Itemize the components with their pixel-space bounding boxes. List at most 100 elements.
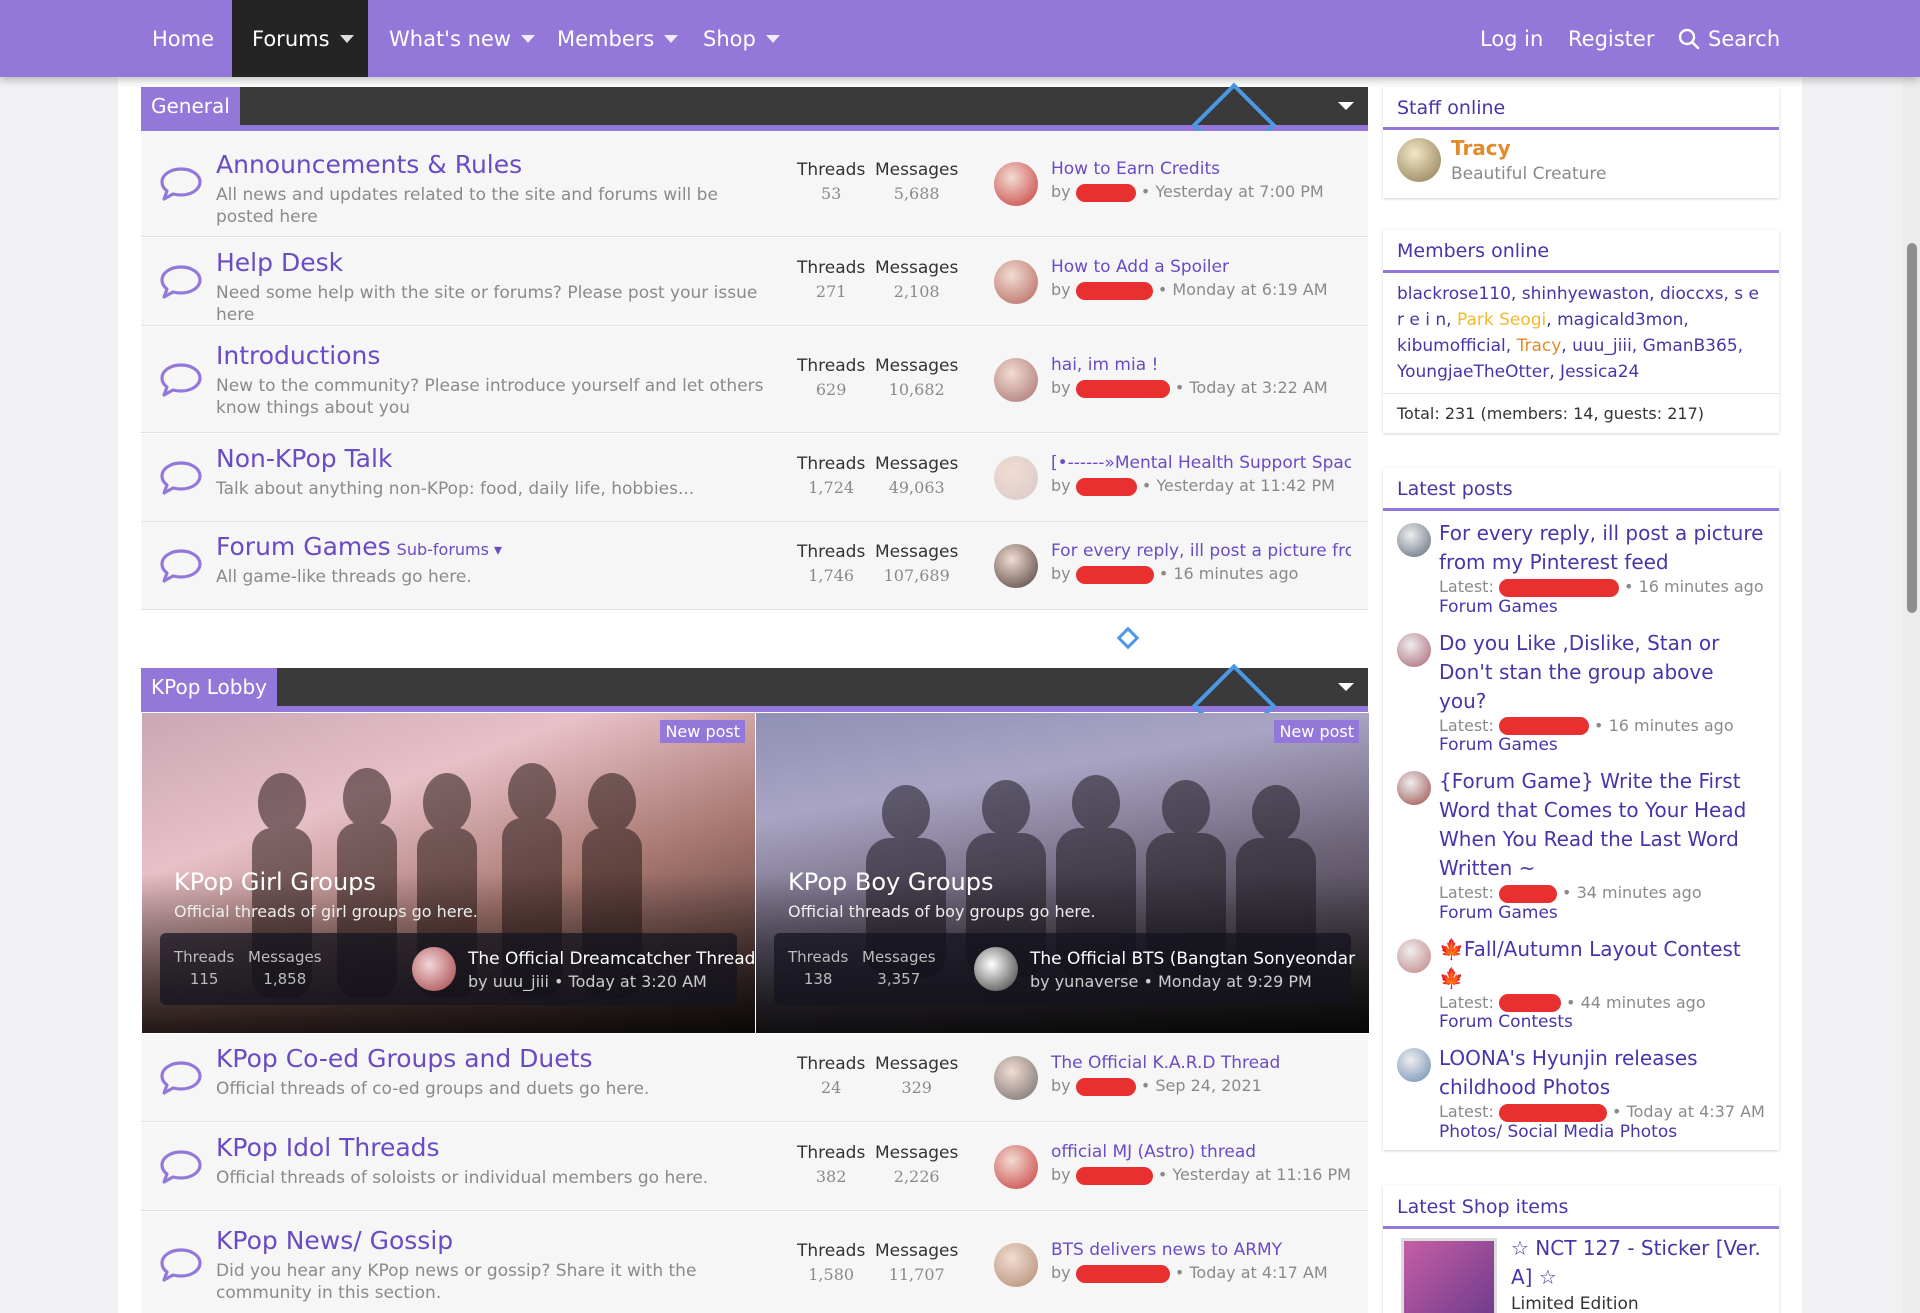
forum-bubble-icon (159, 1247, 203, 1283)
latest-post-forum[interactable]: Forum Games (1439, 597, 1765, 617)
forum-row[interactable]: KPop Idol Threads Official threads of sol… (141, 1123, 1368, 1211)
forum-row[interactable]: Help Desk Need some help with the site or… (141, 238, 1368, 326)
latest-thread-link[interactable]: The Official K.A.R.D Thread (1051, 1053, 1351, 1073)
tile-title[interactable]: KPop Boy Groups (788, 868, 993, 896)
forum-bubble-icon (159, 166, 203, 202)
forum-row[interactable]: Introductions New to the community? Pleas… (141, 327, 1368, 433)
latest-post-item[interactable]: {Forum Game} Write the First Word that C… (1397, 767, 1765, 923)
nav-shop[interactable]: Shop (683, 0, 800, 77)
scrollbar[interactable] (1902, 77, 1920, 1313)
category-header-kpop: KPop Lobby (141, 663, 1368, 749)
message-count: Messages 2,226 (875, 1143, 959, 1186)
latest-thread-link[interactable]: hai, im mia ! (1051, 355, 1351, 375)
sub-forums-dropdown[interactable]: Sub-forums ▾ (397, 540, 502, 559)
latest-post-forum[interactable]: Photos/ Social Media Photos (1439, 1122, 1765, 1142)
latest-thread-link[interactable]: For every reply, ill post a picture from… (1051, 541, 1351, 561)
latest-post-item[interactable]: Do you Like ,Dislike, Stan or Don't stan… (1397, 629, 1765, 755)
register-link[interactable]: Register (1548, 0, 1674, 77)
avatar[interactable] (1397, 771, 1431, 805)
members-online-list[interactable]: blackrose110, shinhyewaston, dioccxs, s … (1383, 273, 1779, 393)
latest-post-title[interactable]: {Forum Game} Write the First Word that C… (1439, 767, 1765, 883)
collapse-toggle-icon[interactable] (1338, 102, 1354, 110)
latest-post-meta: Latest: • 16 minutes ago (1439, 577, 1764, 597)
latest-thread-link[interactable]: [•------»Mental Health Support Space« (1051, 453, 1351, 473)
avatar[interactable] (994, 162, 1038, 206)
avatar[interactable] (974, 947, 1018, 991)
avatar[interactable] (1397, 523, 1431, 557)
latest-thread-link[interactable]: How to Add a Spoiler (1051, 257, 1351, 277)
shop-item-title[interactable]: ☆ NCT 127 - Sticker [Ver. A] ☆ (1511, 1234, 1761, 1292)
forum-row[interactable]: KPop News/ Gossip Did you hear any KPop n… (141, 1212, 1368, 1313)
staff-name[interactable]: Tracy (1451, 136, 1511, 160)
forum-row[interactable]: Announcements & Rules All news and update… (141, 131, 1368, 237)
latest-post-forum[interactable]: Forum Games (1439, 903, 1765, 923)
chevron-down-icon[interactable] (520, 34, 535, 43)
latest-thread-link[interactable]: How to Earn Credits (1051, 159, 1351, 179)
forum-title[interactable]: KPop Co-ed Groups and Duets (216, 1044, 593, 1073)
shop-item-image[interactable] (1401, 1238, 1497, 1313)
redacted-username (1075, 281, 1153, 300)
forum-description: Official threads of co-ed groups and due… (216, 1079, 650, 1099)
avatar[interactable] (1397, 938, 1431, 973)
chevron-down-icon[interactable] (765, 34, 780, 43)
thread-count: Threads 1,746 (797, 542, 866, 585)
category-title[interactable]: General (141, 87, 240, 125)
latest-thread-link[interactable]: BTS delivers news to ARMY (1051, 1240, 1351, 1260)
latest-post-forum[interactable]: Forum Contests (1439, 1012, 1765, 1032)
forum-title[interactable]: Announcements & Rules (216, 150, 522, 179)
avatar[interactable] (994, 358, 1038, 402)
latest-post-meta: by • 16 minutes ago (1051, 564, 1299, 584)
avatar[interactable] (994, 544, 1038, 588)
search-button[interactable]: Search (1658, 0, 1800, 77)
forum-row[interactable]: Forum Games Sub-forums ▾ All game-like thr… (141, 522, 1368, 610)
collapse-toggle-icon[interactable] (1338, 683, 1354, 691)
latest-thread-link[interactable]: official MJ (Astro) thread (1051, 1142, 1351, 1162)
nav-members[interactable]: Members (537, 0, 698, 77)
tile-latest-thread[interactable]: The Official BTS (Bangtan Sonyeondar (1030, 949, 1355, 969)
avatar[interactable] (412, 947, 456, 991)
latest-post-item[interactable]: LOONA's Hyunjin releases childhood Photo… (1397, 1044, 1765, 1142)
forum-title[interactable]: Non-KPop Talk (216, 444, 392, 473)
forum-title[interactable]: KPop News/ Gossip (216, 1226, 453, 1255)
search-label: Search (1708, 26, 1781, 51)
avatar[interactable] (994, 1243, 1038, 1287)
forum-bubble-icon (159, 264, 203, 300)
avatar[interactable] (1397, 632, 1431, 667)
latest-post-title[interactable]: LOONA's Hyunjin releases childhood Photo… (1439, 1044, 1765, 1102)
message-count: Messages 329 (875, 1054, 959, 1097)
nav-forums[interactable]: Forums (232, 0, 368, 77)
category-title[interactable]: KPop Lobby (141, 668, 278, 706)
forum-tile-girl-groups[interactable]: New post KPop Girl Groups Official threa… (142, 713, 755, 1033)
tile-title[interactable]: KPop Girl Groups (174, 868, 376, 896)
forum-row[interactable]: KPop Co-ed Groups and Duets Official thre… (141, 1034, 1368, 1122)
forum-bubble-icon (159, 1060, 203, 1096)
nav-home[interactable]: Home (132, 0, 234, 77)
nav-whats-new[interactable]: What's new (369, 0, 555, 77)
message-count: Messages 107,689 (875, 542, 959, 585)
chevron-down-icon[interactable] (339, 34, 354, 43)
chevron-down-icon[interactable] (664, 34, 679, 43)
scrollbar-thumb[interactable] (1907, 243, 1917, 613)
tile-latest-thread[interactable]: The Official Dreamcatcher Thread (468, 949, 755, 969)
avatar[interactable] (994, 1056, 1038, 1100)
forum-description: Talk about anything non-KPop: food, dail… (216, 479, 695, 499)
forum-title[interactable]: Introductions (216, 341, 380, 370)
thread-count: Threads 629 (797, 356, 866, 399)
forum-title[interactable]: Help Desk (216, 248, 343, 277)
forum-tile-boy-groups[interactable]: New post KPop Boy Groups Official thread… (756, 713, 1369, 1033)
latest-post-item[interactable]: For every reply, ill post a picture from… (1397, 519, 1765, 617)
avatar[interactable] (1397, 138, 1441, 182)
avatar[interactable] (994, 1145, 1038, 1189)
latest-post-item[interactable]: 🍁Fall/Autumn Layout Contest🍁 Latest: • 44… (1397, 935, 1765, 1032)
avatar[interactable] (994, 260, 1038, 304)
latest-post-forum[interactable]: Forum Games (1439, 735, 1765, 755)
avatar[interactable] (994, 456, 1038, 500)
latest-post-title[interactable]: Do you Like ,Dislike, Stan or Don't stan… (1439, 629, 1765, 716)
avatar[interactable] (1397, 1048, 1431, 1082)
forum-row[interactable]: Non-KPop Talk Talk about anything non-KPo… (141, 434, 1368, 522)
forum-title[interactable]: Forum Games Sub-forums ▾ (216, 532, 502, 561)
forum-title[interactable]: KPop Idol Threads (216, 1133, 440, 1162)
tile-description: Official threads of boy groups go here. (788, 902, 1096, 921)
latest-post-title[interactable]: 🍁Fall/Autumn Layout Contest🍁 (1439, 935, 1765, 993)
latest-post-title[interactable]: For every reply, ill post a picture from… (1439, 519, 1765, 577)
